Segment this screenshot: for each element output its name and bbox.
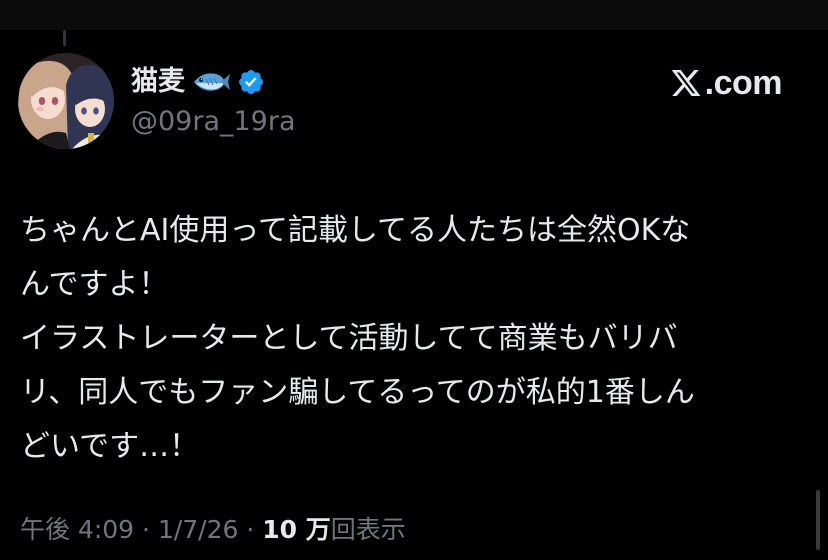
meta-separator: ·: [134, 515, 158, 544]
verified-badge-icon[interactable]: [237, 68, 265, 96]
tweet-date[interactable]: 1/7/26: [158, 515, 238, 544]
tweet-text-line: どいです…！: [20, 429, 200, 464]
fish-icon: [191, 69, 231, 95]
tweet-meta: 午後 4:09 · 1/7/26 · 10 万回表示: [20, 512, 406, 548]
view-count[interactable]: 10 万: [262, 515, 331, 544]
avatar-illustration: [18, 53, 114, 149]
tweet-text: ちゃんとAI使用って記載してる人たちは全然OKな んですよ！ イラストレーターと…: [20, 204, 810, 474]
tweet-text-line: ちゃんとAI使用って記載してる人たちは全然OKな: [20, 213, 691, 248]
tweet-text-line: イラストレーターとして活動してて商業もバリバ: [20, 321, 678, 356]
x-logo-icon: [669, 67, 703, 99]
view-count-label: 回表示: [330, 515, 406, 544]
tweet-text-line: リ、同人でもファン騙してるってのが私的1番しん: [20, 375, 695, 410]
author-name-row[interactable]: 猫麦: [131, 64, 265, 100]
author-handle[interactable]: @09ra_19ra: [131, 104, 296, 140]
scrollbar[interactable]: [816, 490, 820, 550]
tweet-time[interactable]: 午後 4:09: [20, 515, 134, 544]
author-display-name[interactable]: 猫麦: [131, 64, 185, 100]
brand-logo: .com: [669, 60, 783, 106]
tweet-text-line: んですよ！: [20, 267, 169, 302]
avatar[interactable]: [18, 53, 114, 149]
brand-domain-text: .com: [704, 64, 783, 102]
thread-connector-line: [63, 30, 66, 46]
previous-tweet-strip: [0, 0, 828, 30]
meta-separator: ·: [238, 515, 263, 544]
